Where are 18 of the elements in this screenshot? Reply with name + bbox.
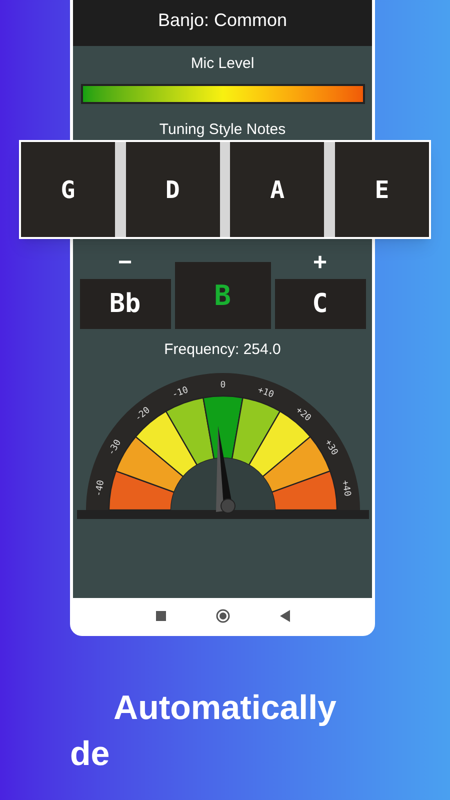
stop-icon[interactable] (156, 610, 166, 620)
minus-sign: − (118, 253, 132, 273)
caption-text: de (69, 734, 111, 775)
plus-sign: + (312, 253, 327, 273)
current-note-box: B (174, 262, 270, 329)
mic-level-label: Mic Level (190, 54, 254, 74)
string-note-box[interactable]: G (21, 142, 115, 237)
string-note-box[interactable]: E (334, 142, 429, 237)
home-icon[interactable] (216, 608, 230, 622)
tuning-style-label: Tuning Style Notes (159, 120, 286, 140)
string-note-box[interactable]: D (126, 142, 220, 237)
caption-text: Automatically (112, 688, 338, 729)
back-icon[interactable] (280, 610, 290, 622)
app-title: Banjo: Common (158, 9, 288, 32)
string-note-box[interactable]: A (230, 142, 324, 237)
frequency-reading: Frequency: 254.0 (164, 340, 281, 360)
previous-note-box[interactable]: Bb (80, 279, 170, 329)
next-note-box[interactable]: C (274, 279, 366, 329)
